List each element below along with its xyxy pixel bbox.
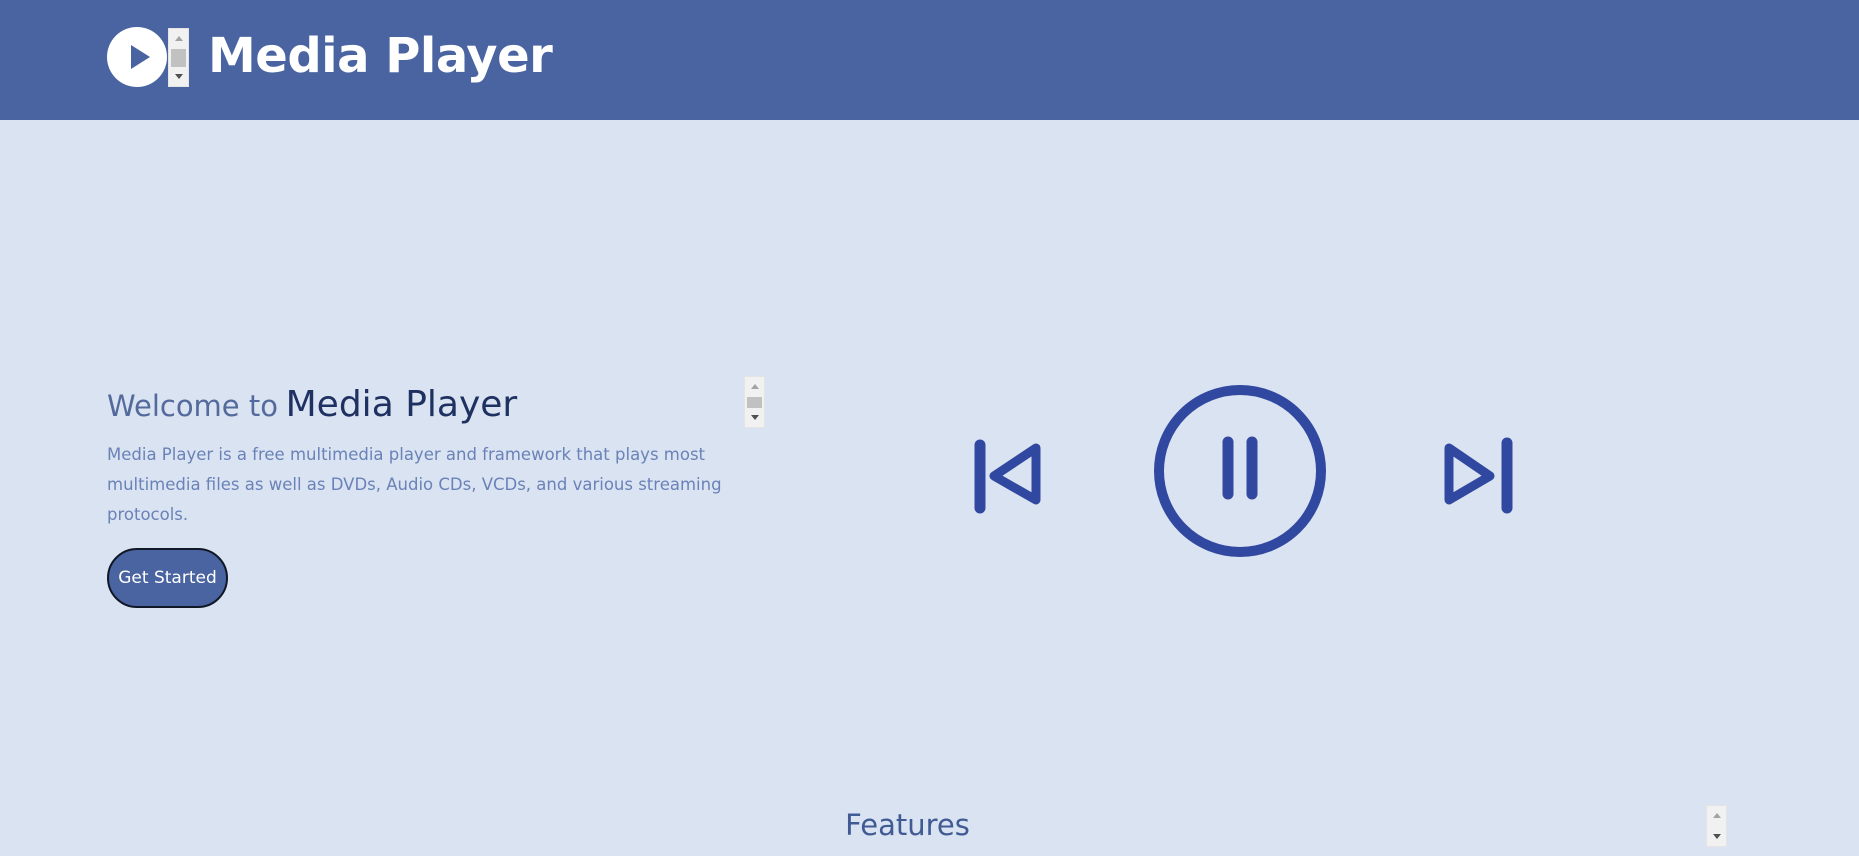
features-heading: Features <box>845 808 970 842</box>
welcome-heading: Welcome to Media Player <box>107 377 517 436</box>
get-started-button[interactable]: Get Started <box>107 548 228 608</box>
welcome-scrollbar[interactable] <box>744 376 765 428</box>
scroll-up-arrow-icon[interactable] <box>1712 813 1721 818</box>
scroll-thumb[interactable] <box>747 397 762 408</box>
scroll-up-arrow-icon[interactable] <box>174 36 183 41</box>
scroll-down-arrow-icon[interactable] <box>750 415 759 420</box>
scroll-up-arrow-icon[interactable] <box>750 384 759 389</box>
scroll-thumb[interactable] <box>171 49 186 67</box>
scroll-down-arrow-icon[interactable] <box>174 74 183 79</box>
skip-next-icon[interactable] <box>1432 430 1522 520</box>
welcome-app-name: Media Player <box>285 384 518 425</box>
scroll-down-arrow-icon[interactable] <box>1712 834 1721 839</box>
skip-previous-icon[interactable] <box>963 430 1053 520</box>
brand-title[interactable]: Media Player <box>208 22 553 90</box>
features-scrollbar[interactable] <box>1706 805 1727 847</box>
logo-scrollbar[interactable] <box>168 28 189 87</box>
pause-circle-icon[interactable] <box>1150 381 1330 561</box>
welcome-prefix: Welcome to <box>107 389 278 423</box>
site-header: Media Player <box>0 0 1859 120</box>
hero-description: Media Player is a free multimedia player… <box>107 445 722 524</box>
play-icon <box>131 45 150 69</box>
logo[interactable] <box>107 27 167 87</box>
